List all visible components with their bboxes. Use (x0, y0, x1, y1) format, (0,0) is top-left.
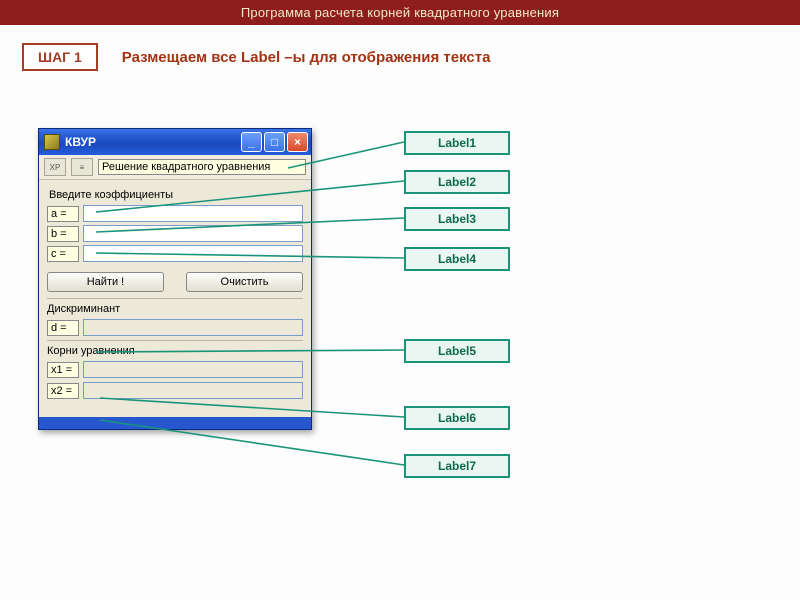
label-a: a = (47, 206, 79, 222)
callout-label1: Label1 (404, 131, 510, 155)
label-b: b = (47, 226, 79, 242)
maximize-button[interactable]: □ (264, 132, 285, 152)
step-row: ШАГ 1 Размещаем все Label –ы для отображ… (22, 43, 778, 71)
section-discriminant: Дискриминант (47, 298, 303, 315)
callout-label2: Label2 (404, 170, 510, 194)
step-text: Размещаем все Label –ы для отображения т… (122, 49, 491, 66)
label-c: c = (47, 246, 79, 262)
section-coefficients: Введите коэффициенты (49, 189, 303, 201)
callout-label3: Label3 (404, 207, 510, 231)
window-title: КВУР (65, 135, 241, 149)
toolbar-icon-2[interactable]: ≡ (71, 158, 93, 176)
window-titlebar[interactable]: КВУР _ □ × (39, 129, 311, 155)
section-roots: Корни уравнения (47, 340, 303, 357)
callout-label5: Label5 (404, 339, 510, 363)
output-x2 (83, 382, 303, 399)
toolbar: XP ≡ Решение квадратного уравнения (39, 155, 311, 180)
find-button[interactable]: Найти ! (47, 272, 164, 292)
clear-button[interactable]: Очистить (186, 272, 303, 292)
callout-label4: Label4 (404, 247, 510, 271)
output-x1 (83, 361, 303, 378)
label-1-heading: Решение квадратного уравнения (98, 159, 306, 175)
slide-title: Программа расчета корней квадратного ура… (0, 0, 800, 25)
close-button[interactable]: × (287, 132, 308, 152)
input-b[interactable] (83, 225, 303, 242)
label-x1: x1 = (47, 362, 79, 378)
window-bottom-border (39, 417, 311, 429)
input-c[interactable] (83, 245, 303, 262)
xp-manifest-icon[interactable]: XP (44, 158, 66, 176)
minimize-button[interactable]: _ (241, 132, 262, 152)
callout-label6: Label6 (404, 406, 510, 430)
app-icon (44, 134, 60, 150)
output-d (83, 319, 303, 336)
app-window: КВУР _ □ × XP ≡ Решение квадратного урав… (38, 128, 312, 430)
input-a[interactable] (83, 205, 303, 222)
step-badge: ШАГ 1 (22, 43, 98, 71)
label-d: d = (47, 320, 79, 336)
label-x2: x2 = (47, 383, 79, 399)
callout-label7: Label7 (404, 454, 510, 478)
